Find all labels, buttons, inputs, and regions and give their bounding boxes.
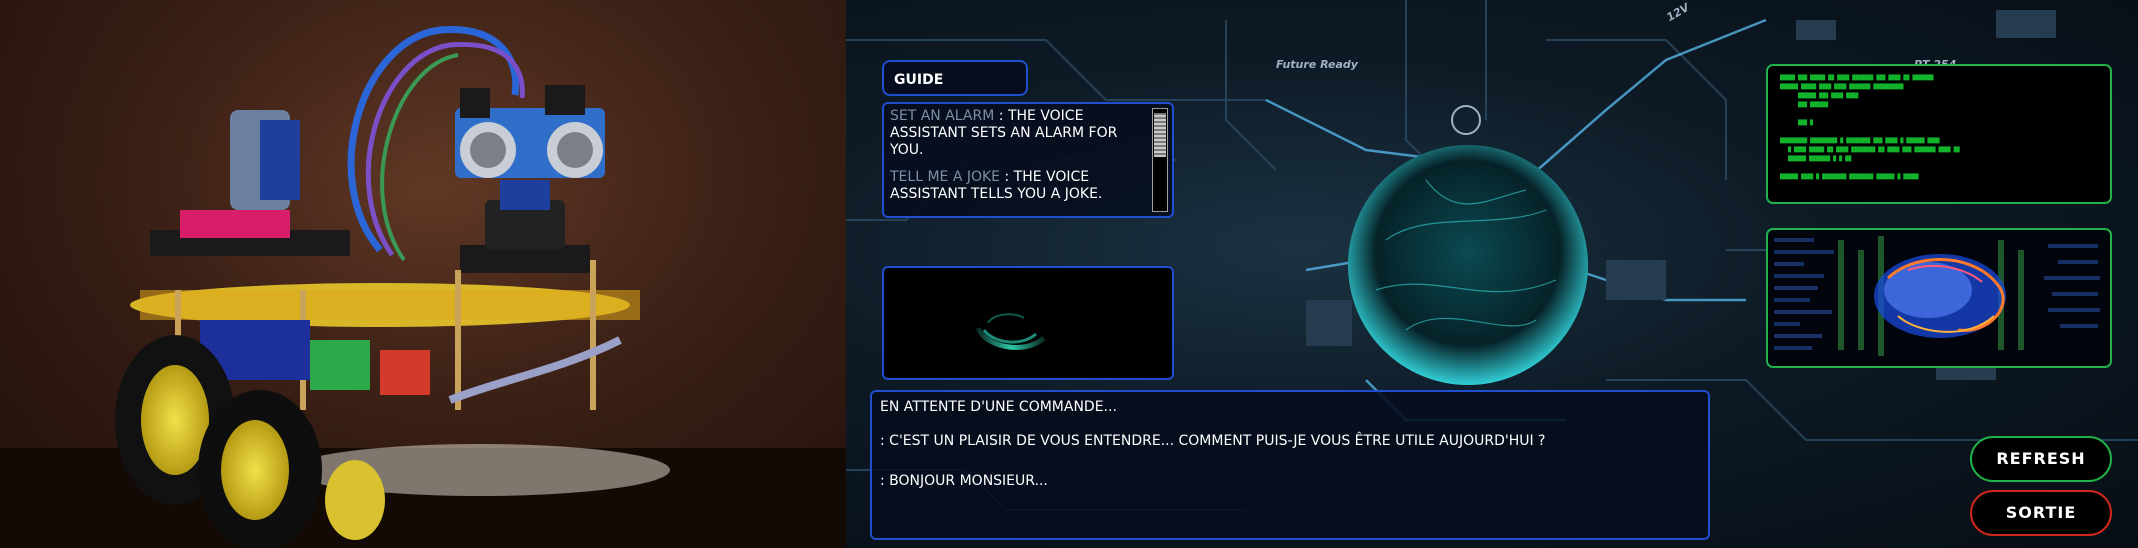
log-line: : BONJOUR MONSIEUR...: [880, 473, 1048, 489]
guide-scrollbar[interactable]: [1152, 108, 1168, 212]
terminal-line: █ ████ █████ ██ ████ ████████ ██ ████ ██…: [1788, 147, 1960, 153]
log-line: : C'EST UN PLAISIR DE VOUS ENTENDRE... C…: [880, 433, 1546, 449]
terminal-line: ██████ █████ ████ ████ ███████ █████████…: [1780, 84, 1904, 90]
voice-animation-panel: [882, 266, 1174, 380]
guide-entry-separator: :: [1000, 169, 1014, 185]
assistant-orb: [1348, 145, 1588, 385]
bg-label-future-ready: Future Ready: [1276, 58, 1358, 71]
conversation-log: EN ATTENTE D'UNE COMMANDE... : C'EST UN …: [870, 390, 1710, 540]
terminal-line: ███ █: [1798, 120, 1814, 126]
terminal-line: █████ ███ █████ ██ ████ ███████ ███ ████…: [1780, 75, 1934, 81]
guide-entry-key: TELL ME A JOKE: [890, 169, 1001, 185]
terminal-line: ██████ ████ █ ████████ ████████ ██████ █…: [1780, 174, 1919, 180]
code-terminal: █████ ███ █████ ██ ████ ███████ ███ ████…: [1766, 64, 2112, 204]
guide-panel: SET AN ALARM : THE VOICE ASSISTANT SETS …: [882, 102, 1174, 218]
brain-visualization: [1774, 236, 2100, 356]
log-line: EN ATTENTE D'UNE COMMANDE...: [880, 399, 1117, 415]
voice-assistant-window: Future Ready 12V PT 254 GUIDE SET AN ALA…: [846, 0, 2138, 548]
swirl-animation: [975, 313, 1046, 350]
guide-entry: TELL ME A JOKE : THE VOICE ASSISTANT TEL…: [890, 169, 1148, 203]
data-visualization-panel: [1766, 228, 2112, 368]
robot-car-photo: [0, 0, 846, 548]
robot-illustration: [0, 0, 846, 548]
terminal-line: ██████ ███████ █ █ ██: [1788, 156, 1852, 162]
guide-entry-separator: :: [994, 108, 1008, 124]
guide-scrollbar-thumb[interactable]: [1154, 113, 1166, 157]
refresh-button[interactable]: REFRESH: [1970, 436, 2112, 482]
guide-entry: SET AN ALARM : THE VOICE ASSISTANT SETS …: [890, 108, 1148, 159]
guide-title: GUIDE: [894, 72, 944, 88]
guide-entry-key: SET AN ALARM: [890, 108, 995, 124]
guide-title-box: GUIDE: [882, 60, 1028, 96]
terminal-line: █████████ █████████ █ ████████ ███ ████ …: [1780, 138, 1940, 144]
terminal-line: ███ ██████: [1798, 102, 1829, 108]
terminal-line: ██████ ███ ████ ████: [1798, 93, 1859, 99]
exit-button[interactable]: SORTIE: [1970, 490, 2112, 536]
